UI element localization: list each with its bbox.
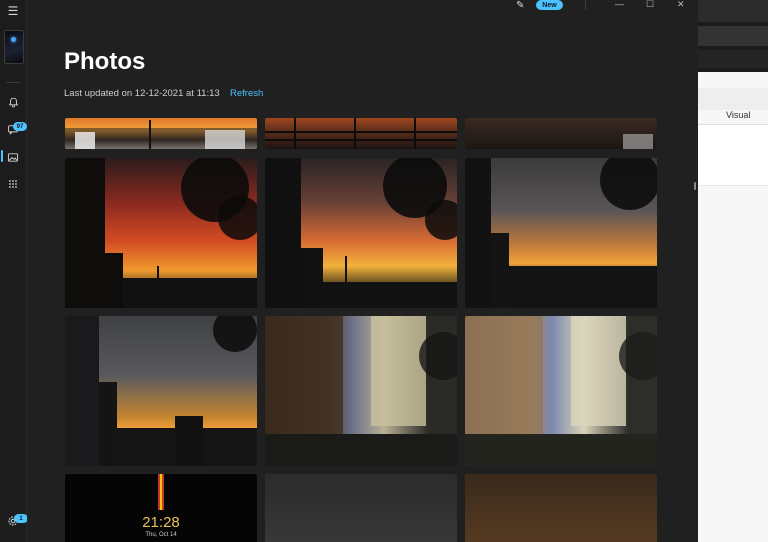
photo-thumbnail[interactable] — [65, 158, 257, 308]
phone-link-sidebar: ☰ 97 1 — [0, 0, 28, 542]
photo-thumbnail[interactable] — [65, 316, 257, 466]
photo-thumbnail[interactable] — [465, 158, 657, 308]
photo-thumbnail[interactable] — [265, 118, 457, 149]
sidebar-divider — [6, 82, 20, 83]
refresh-link[interactable]: Refresh — [230, 88, 263, 99]
background-bar — [698, 50, 768, 68]
background-window-titlebar — [698, 0, 768, 72]
photos-window: ✎ New — ☐ ✕ Photos Last updated on 12-12… — [27, 0, 698, 542]
photos-icon[interactable] — [0, 146, 26, 168]
background-visual-tab[interactable]: Visual — [726, 110, 750, 120]
apps-icon[interactable] — [0, 173, 26, 195]
photo-thumbnail[interactable] — [465, 118, 657, 149]
background-bar — [698, 26, 768, 46]
lockscreen-date: Thu, Oct 14 — [145, 532, 177, 538]
photo-thumbnail[interactable] — [465, 474, 657, 542]
photo-thumbnail[interactable] — [465, 316, 657, 466]
page-title: Photos — [64, 48, 146, 75]
titlebar-separator — [585, 0, 586, 10]
background-window: Visual — [698, 72, 768, 542]
photo-thumbnail[interactable]: 21:28 Thu, Oct 14 — [65, 474, 257, 542]
photo-thumbnail[interactable] — [265, 474, 457, 542]
menu-icon[interactable]: ☰ — [0, 0, 26, 22]
minimize-button[interactable]: — — [615, 0, 624, 9]
phone-thumbnail[interactable] — [4, 30, 24, 64]
background-tab-row: Visual — [698, 88, 768, 120]
new-badge[interactable]: New — [536, 0, 563, 10]
close-button[interactable]: ✕ — [677, 0, 685, 9]
messages-badge: 97 — [13, 122, 27, 131]
scrollbar-thumb[interactable] — [694, 182, 696, 190]
photo-thumbnail[interactable] — [65, 118, 257, 149]
photo-thumbnail[interactable] — [265, 158, 457, 308]
maximize-button[interactable]: ☐ — [646, 0, 654, 9]
settings-badge: 1 — [14, 514, 28, 523]
notifications-icon[interactable] — [0, 91, 26, 113]
lockscreen-time: 21:28 — [142, 514, 180, 531]
pen-icon[interactable]: ✎ — [516, 0, 524, 11]
background-panel — [698, 124, 768, 186]
last-updated-text: Last updated on 12-12-2021 at 11:13 — [64, 88, 220, 99]
photo-thumbnail[interactable] — [265, 316, 457, 466]
photo-gallery: 21:28 Thu, Oct 14 — [65, 118, 659, 542]
background-bar — [698, 0, 768, 22]
